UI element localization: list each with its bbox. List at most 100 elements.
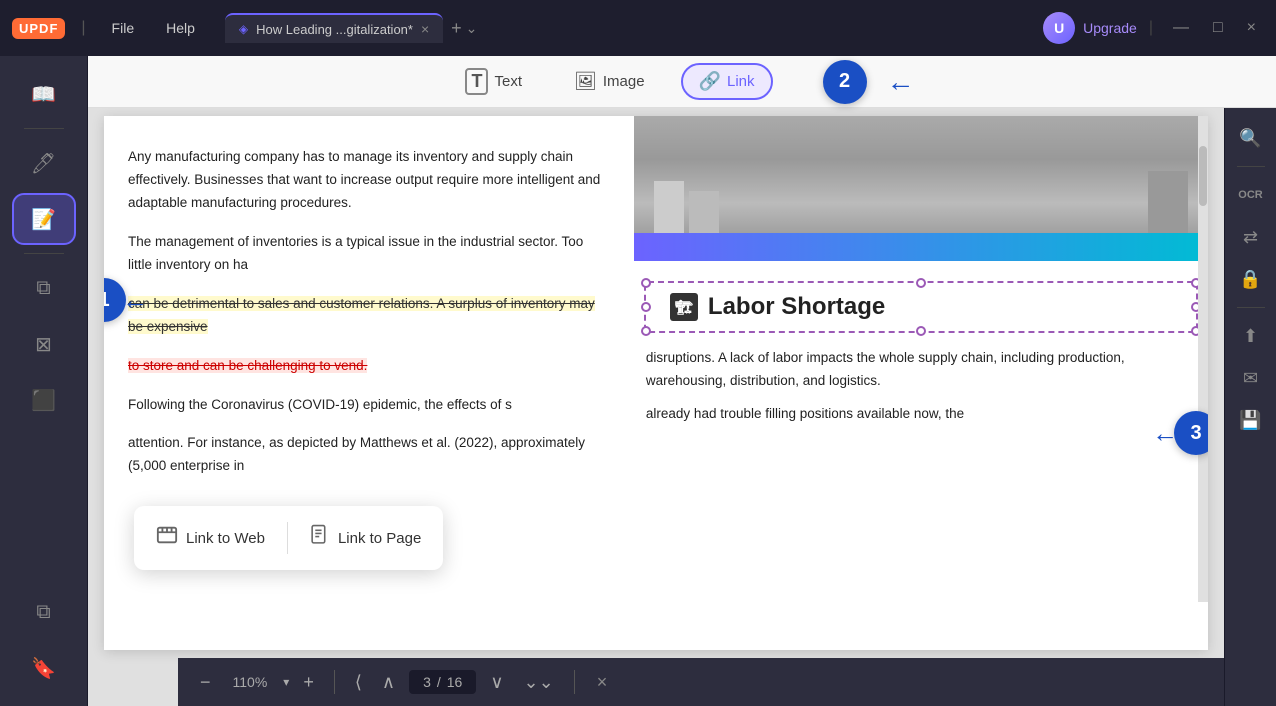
annotate-icon: 🖊 [31,151,56,176]
image-label: Image [603,73,645,90]
image-tool-button[interactable]: 🖼 Image [558,65,661,98]
text-label: Text [494,73,522,90]
sidebar-item-redact[interactable]: ⬛ [12,374,76,426]
zoom-value-display: 110% [225,672,276,692]
protect-button[interactable]: 🔒 [1233,261,1269,297]
sidebar-item-edit[interactable]: 📝 [12,193,76,245]
avatar[interactable]: U [1043,12,1075,44]
paragraph-highlight-yellow: can be detrimental to sales and customer… [128,293,610,339]
tab-close-button[interactable]: × [421,21,429,37]
minimize-button[interactable]: — [1165,15,1197,41]
zoom-dropdown-button[interactable]: ▾ [283,675,289,689]
convert-icon: ⇄ [1243,227,1258,248]
sidebar-item-reading[interactable]: 📖 [12,68,76,120]
text-icon: T [465,68,488,95]
zoom-in-button[interactable]: + [297,668,320,697]
resize-handle-tl[interactable] [641,278,651,288]
right-paragraph-1: disruptions. A lack of labor impacts the… [646,347,1196,393]
paragraph-highlight-red: to store and can be challenging to vend. [128,355,610,378]
resize-handle-ml[interactable] [641,302,651,312]
bottom-close-button[interactable]: × [589,668,616,697]
link-label: Link [727,73,755,90]
upgrade-button[interactable]: Upgrade [1083,20,1137,36]
protect-icon: 🔒 [1239,269,1261,290]
title-bar-right: U Upgrade | — □ × [1043,12,1264,44]
sidebar-sep-1 [24,128,64,129]
link-menu-separator [287,522,288,554]
menu-file[interactable]: File [102,16,145,40]
save-icon: 💾 [1239,410,1261,431]
sidebar-sep-2 [24,253,64,254]
annotation-3-group: ← 3 [1152,411,1208,455]
right-sidebar: 🔍 OCR ⇄ 🔒 ⬆ ✉ [1224,108,1276,706]
page-current: 3 [423,674,431,690]
ocr-button[interactable]: OCR [1233,177,1269,213]
edit-icon: 📝 [31,207,56,232]
layers-icon: ⧉ [36,601,50,624]
top-toolbar: T Text 🖼 Image 🔗 Link 2 ← [88,56,1276,108]
nav-next-button[interactable]: ∨ [484,668,509,697]
sidebar-item-annotate[interactable]: 🖊 [12,137,76,189]
tab-area: ◈ How Leading ...gitalization* × + ⌄ [225,13,1031,43]
share-icon: ⬆ [1243,326,1258,347]
tab-title: How Leading ...gitalization* [256,22,413,37]
resize-handle-bm[interactable] [916,326,926,336]
link-to-page-option[interactable]: Link to Page [292,514,439,562]
redact-icon: ⬛ [31,388,56,413]
copy-icon: ⧉ [36,277,50,300]
nav-prev-top-button[interactable]: ∧ [376,668,401,697]
sidebar-item-bookmark[interactable]: 🔖 [12,642,76,694]
paragraph-2: The management of inventories is a typic… [128,231,610,277]
labor-shortage-container[interactable]: 🏗 Labor Shortage [644,281,1198,333]
convert-button[interactable]: ⇄ [1233,219,1269,255]
search-button[interactable]: 🔍 [1233,120,1269,156]
bookmark-icon: 🔖 [31,656,56,681]
mail-icon: ✉ [1243,368,1258,389]
tab-document[interactable]: ◈ How Leading ...gitalization* × [225,13,443,43]
reading-icon: 📖 [31,82,56,107]
crop-icon: ⊠ [35,332,52,357]
pdf-page: Any manufacturing company has to manage … [88,108,1224,706]
save-file-button[interactable]: 💾 [1233,402,1269,438]
content-area: Any manufacturing company has to manage … [88,108,1224,706]
link-to-web-label: Link to Web [186,530,265,547]
sidebar-bottom: ⧉ 🔖 [12,586,76,694]
page-separator: / [437,674,441,690]
main-layout: 📖 🖊 📝 ⧉ ⊠ ⬛ ⧉ 🔖 [0,56,1276,706]
paragraph-1: Any manufacturing company has to manage … [128,146,610,215]
annotation-1-group: 1 ← [104,278,148,322]
resize-handle-tm[interactable] [916,278,926,288]
link-to-web-option[interactable]: Link to Web [138,514,283,562]
sidebar-item-layers[interactable]: ⧉ [12,586,76,638]
nav-last-button[interactable]: ⌄⌄ [518,668,560,697]
bottom-sep-2 [574,670,575,694]
menu-help[interactable]: Help [156,16,205,40]
link-to-page-label: Link to Page [338,530,421,547]
nav-first-button[interactable]: ⟨ [349,668,368,697]
tab-chevron-icon[interactable]: ⌄ [466,20,478,37]
annotation-2: 2 [823,60,867,104]
zoom-out-button[interactable]: − [194,668,217,697]
new-tab-button[interactable]: + [451,18,462,39]
share-button[interactable]: ⬆ [1233,318,1269,354]
maximize-button[interactable]: □ [1205,15,1231,41]
image-column: 🏗 Labor Shortage disruptions. A lack of … [634,116,1208,650]
sidebar-item-copy[interactable]: ⧉ [12,262,76,314]
link-page-icon [310,524,330,552]
search-icon: 🔍 [1239,128,1261,149]
paragraph-3: Following the Coronavirus (COVID-19) epi… [128,394,610,417]
right-paragraph-2: already had trouble filling positions av… [646,403,1196,426]
scrollbar-track[interactable] [1198,116,1208,602]
sidebar-item-crop[interactable]: ⊠ [12,318,76,370]
left-sidebar: 📖 🖊 📝 ⧉ ⊠ ⬛ ⧉ 🔖 [0,56,88,706]
paragraph-3b: attention. For instance, as depicted by … [128,432,610,478]
app-logo: UPDF [12,18,65,39]
link-tool-button[interactable]: 🔗 Link [681,63,773,100]
mail-button[interactable]: ✉ [1233,360,1269,396]
close-button[interactable]: × [1239,15,1264,41]
labor-shortage-box[interactable]: 🏗 Labor Shortage [644,281,1198,333]
annotation-circle-3: 3 [1174,411,1208,455]
scrollbar-thumb[interactable] [1199,146,1207,206]
resize-handle-bl[interactable] [641,326,651,336]
text-tool-button[interactable]: T Text [449,62,538,101]
